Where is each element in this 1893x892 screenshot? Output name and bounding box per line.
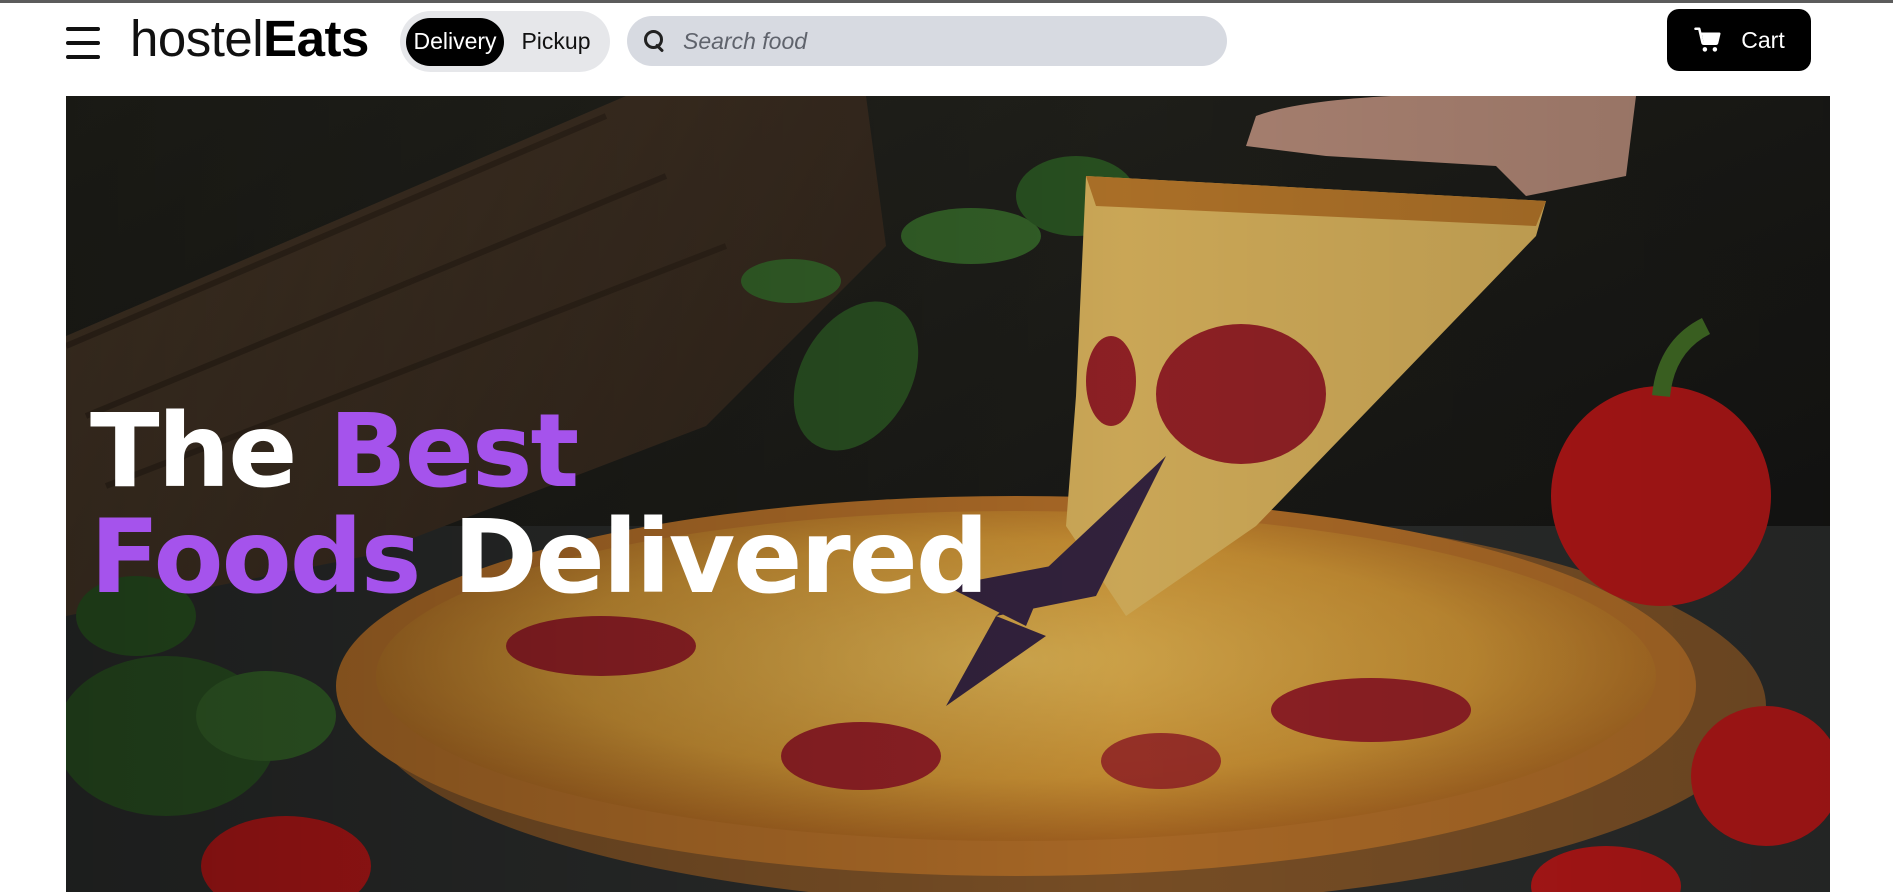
headline-line-2: Foods Delivered (90, 505, 989, 611)
hero-banner: The Best Foods Delivered (66, 96, 1830, 892)
search-input[interactable] (683, 27, 1203, 55)
cart-button[interactable]: Cart (1667, 9, 1811, 71)
pickup-option[interactable]: Pickup (508, 18, 604, 66)
headline-line-1: The Best (90, 399, 987, 505)
site-header: hostelEats Delivery Pickup Cart (0, 3, 1893, 93)
headline-word-foods: Foods (90, 498, 421, 617)
logo-bold-text: Eats (263, 10, 369, 67)
cart-label: Cart (1741, 26, 1785, 53)
shopping-cart-icon (1694, 27, 1721, 52)
hero-headline: The Best Foods Delivered (90, 399, 989, 611)
logo[interactable]: hostel Eats (130, 11, 369, 67)
delivery-pickup-toggle: Delivery Pickup (400, 11, 610, 72)
logo-light-text: hostel (130, 10, 264, 67)
search-bar (627, 16, 1227, 66)
headline-word-delivered: Delivered (452, 498, 989, 617)
headline-word-the: The (90, 392, 297, 511)
headline-word-best: Best (328, 392, 579, 511)
hamburger-menu-icon[interactable] (62, 23, 102, 61)
delivery-option[interactable]: Delivery (406, 17, 504, 66)
search-icon[interactable] (641, 27, 669, 55)
